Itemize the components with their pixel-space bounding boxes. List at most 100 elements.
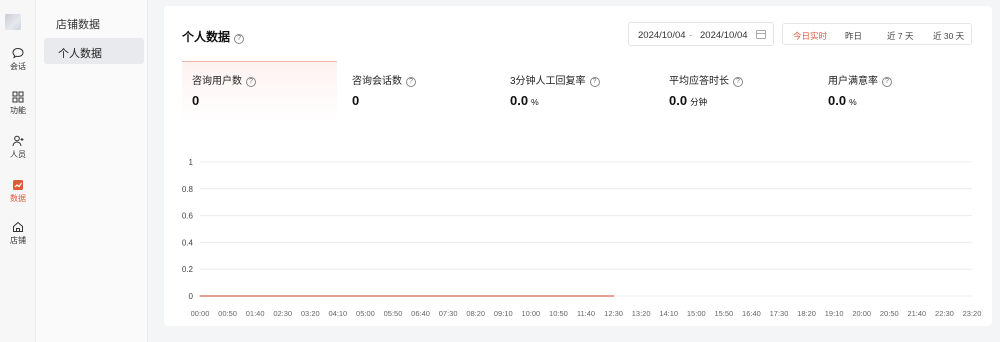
main-panel: 个人数据? 2024/10/04 - 2024/10/04 今日实时 昨日 近 … <box>164 6 992 326</box>
y-tick-label: 0.8 <box>182 185 194 194</box>
left-rail: 会话 功能 人员 数据 店铺 <box>0 0 36 342</box>
y-tick-label: 0.6 <box>182 212 194 221</box>
x-tick-label: 08:20 <box>466 309 485 318</box>
help-icon[interactable]: ? <box>733 77 743 87</box>
x-tick-label: 21:40 <box>907 309 926 318</box>
y-tick-label: 0 <box>189 292 194 301</box>
y-tick-label: 1 <box>189 158 194 167</box>
metric-label: 咨询用户数 <box>192 76 242 87</box>
x-tick-label: 13:20 <box>632 309 651 318</box>
x-tick-label: 20:50 <box>880 309 899 318</box>
x-tick-label: 05:50 <box>384 309 403 318</box>
x-tick-label: 15:00 <box>687 309 706 318</box>
calendar-icon[interactable] <box>756 30 766 39</box>
x-tick-label: 15:50 <box>714 309 733 318</box>
rail-item-chat[interactable]: 会话 <box>0 46 36 71</box>
grid-apps-icon <box>12 91 24 103</box>
home-icon <box>13 221 23 232</box>
start-date[interactable]: 2024/10/04 <box>638 30 686 41</box>
help-icon[interactable]: ? <box>589 77 600 87</box>
data-point[interactable] <box>199 295 201 297</box>
rail-item-label: 店铺 <box>10 236 26 245</box>
metric-unit: % <box>531 97 539 107</box>
tab-last-30-days[interactable]: 近 30 天 <box>933 30 964 42</box>
x-tick-label: 23:20 <box>963 309 982 318</box>
metric-label: 平均应答时长 <box>669 76 729 87</box>
y-tick-label: 0.4 <box>182 238 194 247</box>
x-tick-label: 10:00 <box>521 309 540 318</box>
rail-item-features[interactable]: 功能 <box>0 90 36 115</box>
metric-label: 3分钟人工回复率 <box>510 76 586 87</box>
x-tick-label: 00:00 <box>191 309 210 318</box>
metric-value: 0 <box>352 93 360 108</box>
tab-yesterday[interactable]: 昨日 <box>845 30 862 42</box>
page-title: 个人数据? <box>182 28 245 45</box>
chart-svg: 0 0.2 0.4 0.6 0.8 1 00:00 00:50 01:40 02:30 03:20 0… <box>182 158 982 318</box>
x-tick-label: 04:10 <box>328 309 347 318</box>
x-tick-label: 06:40 <box>411 309 430 318</box>
app-logo <box>5 14 21 30</box>
data-point[interactable] <box>475 295 477 297</box>
metric-value: 0.0 <box>828 93 847 108</box>
metric-label: 咨询会话数 <box>352 76 402 87</box>
data-point[interactable] <box>337 295 339 297</box>
data-point[interactable] <box>309 295 311 297</box>
data-point[interactable] <box>254 295 256 297</box>
x-tick-label: 00:50 <box>218 309 237 318</box>
chat-bubble-icon <box>12 47 24 59</box>
subnav-item-label: 个人数据 <box>58 48 102 60</box>
rail-item-store[interactable]: 店铺 <box>0 220 36 245</box>
data-point[interactable] <box>447 295 449 297</box>
data-point[interactable] <box>530 295 532 297</box>
metric-value: 0 <box>192 93 200 108</box>
data-point[interactable] <box>612 295 615 297</box>
x-tick-label: 05:00 <box>356 309 375 318</box>
data-point[interactable] <box>585 295 587 297</box>
tab-last-7-days[interactable]: 近 7 天 <box>887 30 913 42</box>
data-point[interactable] <box>392 295 394 297</box>
help-icon[interactable]: ? <box>246 77 256 87</box>
app-root: 会话 功能 人员 数据 店铺 店铺数据 个人数据 个人数据? 2024/10/0… <box>0 0 1000 342</box>
x-tick-label: 07:30 <box>439 309 458 318</box>
help-icon[interactable]: ? <box>406 77 416 87</box>
x-tick-label: 22:30 <box>935 309 954 318</box>
data-point[interactable] <box>282 295 284 297</box>
metric-label: 用户满意率 <box>828 76 878 87</box>
x-tick-label: 16:40 <box>742 309 761 318</box>
x-tick-label: 03:20 <box>301 309 320 318</box>
data-point[interactable] <box>502 295 504 297</box>
metric-avg-response-time[interactable]: 平均应答时长? 0.0 分钟 <box>669 72 743 108</box>
page-title-text: 个人数据 <box>182 30 231 44</box>
x-tick-label: 12:30 <box>604 309 623 318</box>
subnav-group-title[interactable]: 店铺数据 <box>56 16 100 32</box>
x-tick-label: 20:00 <box>852 309 871 318</box>
metric-consult-sessions[interactable]: 咨询会话数? 0 <box>352 72 416 108</box>
y-tick-label: 0.2 <box>182 265 194 274</box>
date-range-picker[interactable]: 2024/10/04 - 2024/10/04 <box>628 22 774 46</box>
metric-3min-reply-rate[interactable]: 3分钟人工回复率? 0.0% <box>510 72 600 108</box>
x-tick-label: 02:30 <box>273 309 292 318</box>
data-point[interactable] <box>419 295 422 297</box>
x-tick-label: 18:20 <box>797 309 816 318</box>
data-point[interactable] <box>364 295 367 297</box>
help-icon[interactable]: ? <box>234 34 245 44</box>
metric-unit: 分钟 <box>690 97 708 107</box>
end-date[interactable]: 2024/10/04 <box>700 30 748 41</box>
data-point[interactable] <box>557 295 560 297</box>
x-tick-label: 11:40 <box>577 309 595 318</box>
rail-item-staff[interactable]: 人员 <box>0 134 36 159</box>
metric-consult-users[interactable]: 咨询用户数? 0 <box>192 72 256 108</box>
rail-item-data[interactable]: 数据 <box>0 178 36 203</box>
data-chart-icon <box>13 180 23 190</box>
rail-item-label: 会话 <box>10 62 26 71</box>
x-tick-label: 14:10 <box>659 309 678 318</box>
rail-item-label: 人员 <box>10 150 26 159</box>
help-icon[interactable]: ? <box>882 77 892 87</box>
user-add-icon <box>12 135 24 147</box>
tab-today-realtime[interactable]: 今日实时 <box>793 30 827 42</box>
quick-range-tabs: 今日实时 昨日 近 7 天 近 30 天 <box>782 23 972 45</box>
x-tick-label: 01:40 <box>246 309 265 318</box>
metric-satisfaction-rate[interactable]: 用户满意率? 0.0% <box>828 72 892 108</box>
metric-value: 0.0 <box>669 93 688 108</box>
data-point[interactable] <box>226 295 229 297</box>
